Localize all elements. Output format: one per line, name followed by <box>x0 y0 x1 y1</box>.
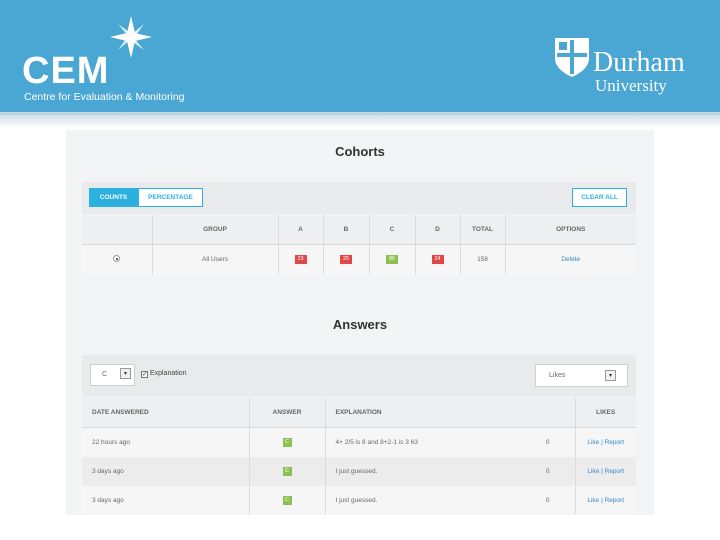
top-banner: CEM Centre for Evaluation & Monitoring D… <box>0 0 720 115</box>
table-row: 3 days ago C I just guessed. 0 Like | Re… <box>82 457 636 486</box>
answer-filter-select[interactable]: C ▾ <box>90 364 135 386</box>
answers-toolbar: C ▾ ✓ Explanation Likes ▾ <box>82 355 636 397</box>
explanation-text: I just guessed. <box>335 468 378 475</box>
counts-toggle-button[interactable]: COUNTS <box>89 188 138 207</box>
answer-filter-value: C <box>102 371 108 378</box>
answer-badge: C <box>282 495 292 505</box>
cem-logo: CEM Centre for Evaluation & Monitoring <box>22 14 192 106</box>
durham-logo: Durham University <box>553 36 703 100</box>
shield-icon <box>555 38 589 77</box>
options-cell: Delete <box>505 244 636 275</box>
answer-cell: C <box>249 457 326 486</box>
like-report-link[interactable]: Like | Report <box>587 497 624 504</box>
date-cell: 3 days ago <box>82 486 250 514</box>
explanation-text: 4+ 2/5 is 8 and 8+2-1 is 3 63 <box>335 438 418 446</box>
count-badge-d: 24 <box>431 255 444 265</box>
actions-cell: Like | Report <box>575 486 636 514</box>
column-header-group: GROUP <box>152 215 279 245</box>
group-cell: All Users <box>152 244 279 275</box>
count-badge-b: 25 <box>340 255 352 265</box>
column-header-explanation: EXPLANATION <box>325 398 576 428</box>
table-row: 3 days ago C I just guessed. 0 Like | Re… <box>82 486 636 514</box>
answers-table: DATE ANSWERED ANSWER EXPLANATION LIKES 2… <box>82 398 636 514</box>
explanation-cell: 4+ 2/5 is 8 and 8+2-1 is 3 63 0 <box>325 427 576 457</box>
like-report-link[interactable]: Like | Report <box>587 439 624 446</box>
percentage-toggle-button[interactable]: PERCENTAGE <box>138 188 203 207</box>
cem-logo-text: CEM <box>22 50 110 92</box>
column-header-b: B <box>323 215 370 245</box>
table-row: 22 hours ago C 4+ 2/5 is 8 and 8+2-1 is … <box>82 427 636 457</box>
answer-cell: C <box>249 427 326 457</box>
cohorts-header-row: GROUP A B C D TOTAL OPTIONS <box>82 215 636 245</box>
explanation-label: Explanation <box>149 370 187 377</box>
column-header-options: OPTIONS <box>505 215 636 245</box>
answer-badge: C <box>282 437 292 447</box>
cohorts-toolbar: COUNTS PERCENTAGE CLEAR ALL <box>82 182 636 214</box>
like-count: 0 <box>545 496 550 504</box>
actions-cell: Like | Report <box>575 427 636 457</box>
chevron-down-icon: ▾ <box>120 368 131 379</box>
explanation-checkbox[interactable]: ✓ <box>141 371 148 378</box>
answer-cell: C <box>249 486 326 514</box>
count-badge-a: 23 <box>294 255 307 265</box>
column-header-select <box>82 215 153 245</box>
a-cell: 23 <box>278 244 324 275</box>
university-name: Durham <box>593 47 685 78</box>
c-cell: 85 <box>369 244 416 275</box>
column-header-total: TOTAL <box>460 215 506 245</box>
university-subtitle: University <box>595 76 667 95</box>
like-count: 0 <box>545 468 550 475</box>
column-header-a: A <box>278 215 324 245</box>
star-icon <box>110 16 152 58</box>
date-cell: 3 days ago <box>82 457 250 486</box>
table-row: All Users 23 25 85 24 158 Delete <box>82 244 636 275</box>
total-cell: 158 <box>460 244 506 275</box>
b-cell: 25 <box>323 244 370 275</box>
actions-cell: Like | Report <box>575 457 636 486</box>
row-select-cell <box>82 244 153 275</box>
column-header-d: D <box>415 215 461 245</box>
chevron-down-icon: ▾ <box>605 370 616 381</box>
cohorts-table: GROUP A B C D TOTAL OPTIONS All Users 23… <box>82 215 636 275</box>
explanation-cell: I just guessed. 0 <box>325 457 576 486</box>
answers-header-row: DATE ANSWERED ANSWER EXPLANATION LIKES <box>82 398 636 428</box>
date-cell: 22 hours ago <box>82 427 250 457</box>
column-header-c: C <box>369 215 416 245</box>
column-header-likes: LIKES <box>575 398 636 428</box>
explanation-text: I just guessed. <box>335 496 378 504</box>
cohorts-title: Cohorts <box>335 144 385 159</box>
answer-badge: C <box>282 467 292 476</box>
like-count: 0 <box>545 438 550 446</box>
answers-title: Answers <box>332 317 388 332</box>
column-header-date: DATE ANSWERED <box>82 398 250 428</box>
cohort-radio[interactable] <box>113 255 121 263</box>
count-badge-c: 85 <box>386 255 398 265</box>
banner-shadow <box>0 112 720 128</box>
column-header-answer: ANSWER <box>249 398 326 428</box>
clear-all-button[interactable]: CLEAR ALL <box>572 188 627 207</box>
sort-select-value: Likes <box>549 372 566 379</box>
delete-link[interactable]: Delete <box>561 256 580 263</box>
explanation-cell: I just guessed. 0 <box>325 486 576 514</box>
cem-tagline: Centre for Evaluation & Monitoring <box>24 91 185 103</box>
d-cell: 24 <box>415 244 461 275</box>
sort-select[interactable]: Likes ▾ <box>535 364 628 387</box>
explanation-checkbox-group[interactable]: ✓ Explanation <box>141 370 187 378</box>
like-report-link[interactable]: Like | Report <box>587 468 624 475</box>
